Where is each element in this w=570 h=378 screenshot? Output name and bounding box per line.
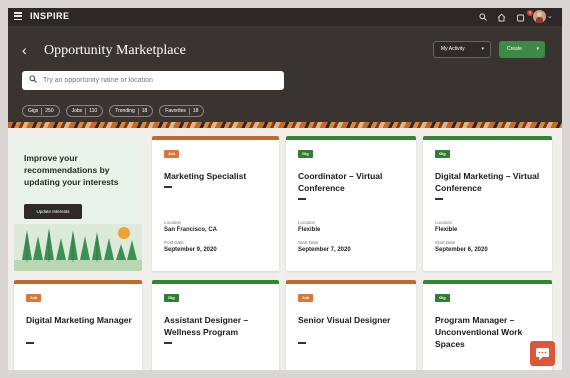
type-tag: Job [298,294,314,302]
my-activity-label: My Activity [441,46,465,52]
chip-trending[interactable]: Trending 18 [109,105,154,117]
card-stripe [152,136,279,140]
opportunity-card[interactable]: Job Digital Marketing Manager [14,280,142,370]
divider [298,342,306,344]
meta-label: Location [435,220,453,225]
chip-label: Gigs [28,108,39,114]
meta-value: Flexible [298,227,321,233]
chip-jobs[interactable]: Jobs 110 [65,105,104,117]
back-arrow-icon[interactable]: ‹ [22,43,27,57]
page-header: ‹ Opportunity Marketplace My Activity ▾ … [8,26,562,122]
card-stripe [286,136,416,140]
notifications-icon[interactable] [514,11,526,23]
meta-label: Post Date [164,240,184,245]
card-title: Assistant Designer – Wellness Program [164,315,249,337]
meta-value: September 6, 2020 [435,247,488,253]
chip-gigs[interactable]: Gigs 250 [22,105,60,117]
search-input[interactable] [43,71,279,90]
card-stripe [286,280,416,284]
meta-label: Start Date [435,240,456,245]
create-button[interactable]: Create ▾ [499,41,545,58]
chevron-down-icon[interactable]: ⌄ [547,12,553,20]
card-stripe [152,280,279,284]
card-title: Program Manager – Unconventional Work Sp… [435,315,523,349]
meta-value: September 9, 2020 [164,247,217,253]
card-stripe [423,280,552,284]
card-title: Digital Marketing Manager [26,315,132,325]
home-icon[interactable] [495,11,507,23]
divider [164,342,172,344]
top-bar: INSPIRE 9 ⌄ [8,8,562,26]
chip-count: 250 [45,108,54,114]
divider [435,198,443,200]
type-tag: Job [26,294,42,302]
chip-count: 18 [192,108,199,114]
type-tag: Gig [435,150,450,158]
divider [164,186,172,188]
meta-value: San Francisco, CA [164,227,218,233]
card-title: Senior Visual Designer [298,315,391,325]
meta-value: September 7, 2020 [298,247,351,253]
opportunity-card[interactable]: Gig Coordinator – Virtual Conference Loc… [286,136,416,271]
decorative-banner [8,122,562,128]
card-stripe [14,280,142,284]
type-tag: Gig [298,150,313,158]
create-label: Create [507,46,523,52]
card-title: Coordinator – Virtual Conference [298,171,383,193]
chip-label: Trending [115,108,135,114]
app-logo[interactable]: INSPIRE [30,11,70,21]
meta-label: Location [298,220,316,225]
chevron-down-icon: ▾ [481,46,484,52]
type-tag: Gig [435,294,450,302]
divider [298,198,306,200]
chevron-down-icon: ▾ [536,46,539,52]
type-tag: Job [164,150,180,158]
page-title: Opportunity Marketplace [44,43,186,58]
menu-icon[interactable] [14,12,22,20]
forest-illustration [14,224,142,271]
opportunity-card[interactable]: Job Marketing Specialist Location San Fr… [152,136,279,271]
chip-label: Jobs [71,108,83,114]
chat-button[interactable] [530,341,555,366]
app-frame: INSPIRE 9 ⌄ ‹ Opportunity Marketplace My… [8,8,562,370]
filter-chips: Gigs 250 Jobs 110 Trending 18 Favorites 18 [22,105,205,117]
promo-text: Improve your recommendations by updating… [24,153,119,187]
meta-label: Location [164,220,182,225]
chat-icon [536,348,549,361]
card-title: Digital Marketing – Virtual Conference [435,171,540,193]
chip-label: Favorites [165,108,186,114]
meta-value: Flexible [435,227,458,233]
card-stripe [423,136,552,140]
divider [26,342,34,344]
opportunity-card[interactable]: Gig Digital Marketing – Virtual Conferen… [423,136,552,271]
user-avatar[interactable] [533,10,546,23]
type-tag: Gig [164,294,179,302]
chip-count: 110 [89,108,98,114]
opportunity-card[interactable]: Gig Assistant Designer – Wellness Progra… [152,280,279,370]
search-box [22,71,284,90]
update-interests-button[interactable]: Update Interests [24,204,82,219]
meta-label: Start Date [298,240,319,245]
search-icon[interactable] [477,11,489,23]
chip-count: 18 [141,108,148,114]
chip-favorites[interactable]: Favorites 18 [159,105,205,117]
search-icon [29,75,37,83]
interests-promo-card: Improve your recommendations by updating… [14,136,142,271]
card-title: Marketing Specialist [164,171,247,181]
opportunity-card[interactable]: Job Senior Visual Designer [286,280,416,370]
my-activity-button[interactable]: My Activity ▾ [433,41,491,58]
